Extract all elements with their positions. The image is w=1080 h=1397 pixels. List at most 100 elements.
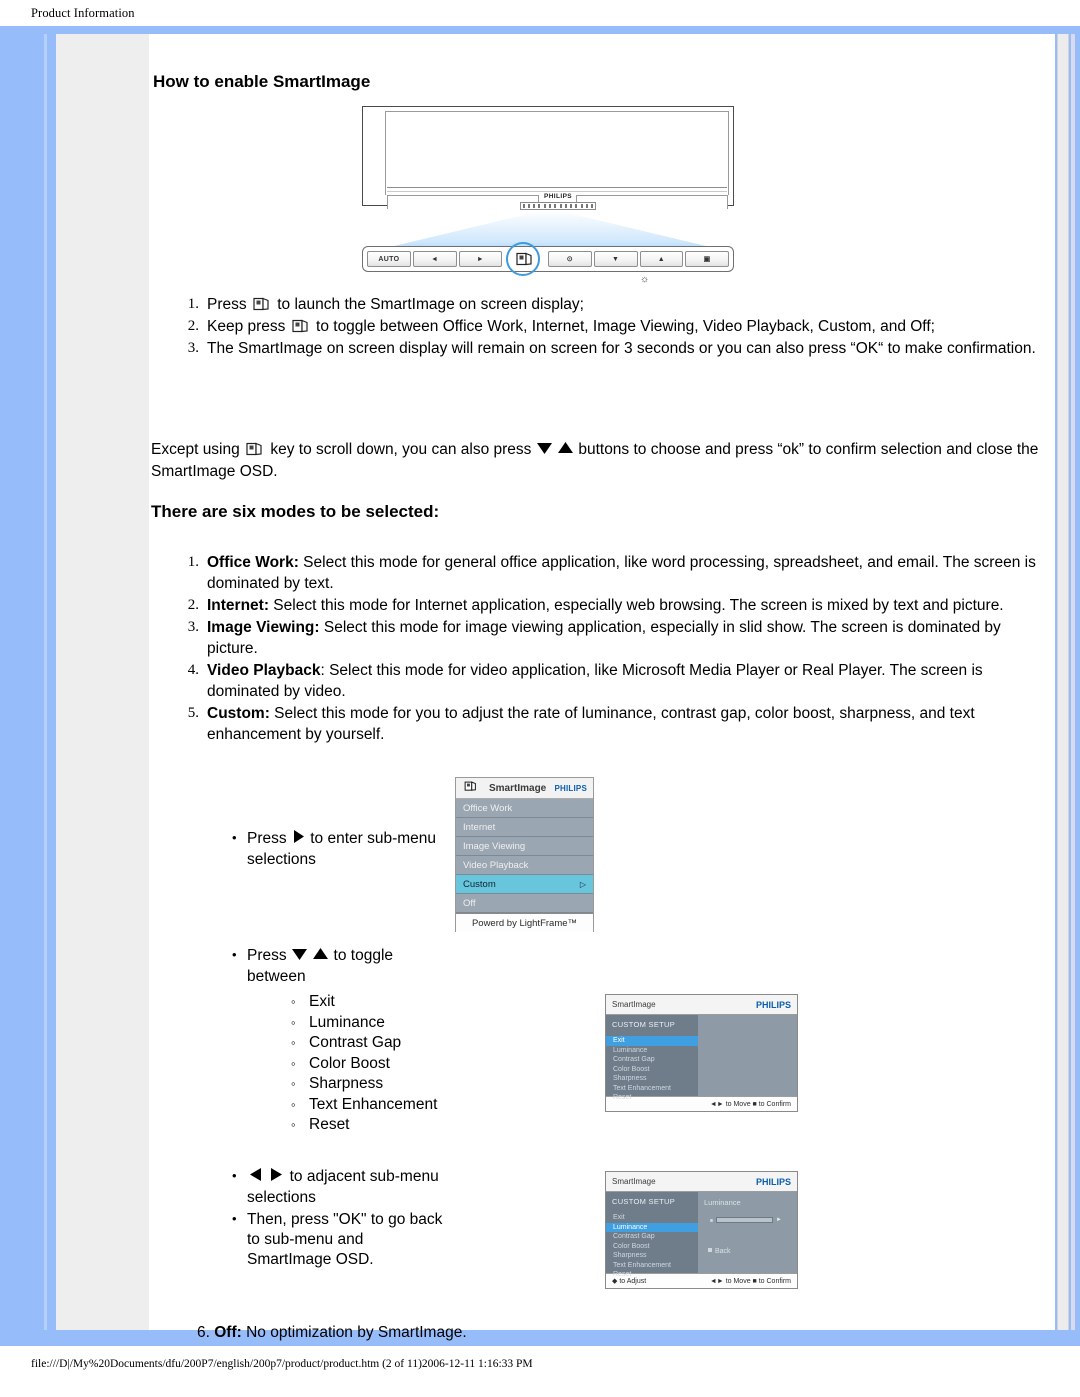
step-text-pre: Press <box>207 296 251 313</box>
scrollbar-strip[interactable] <box>1055 34 1080 1330</box>
modes-heading: There are six modes to be selected: <box>151 502 440 521</box>
osd-panel-label: Luminance <box>704 1198 741 1207</box>
step-2: 2. Keep press to toggle between Office W… <box>177 316 1045 337</box>
down-button[interactable]: ▼ <box>593 251 638 267</box>
osd-item-image-viewing[interactable]: Image Viewing <box>456 837 593 856</box>
philips-logo: PHILIPS <box>543 193 573 200</box>
scrollbar-edge <box>1071 34 1075 1330</box>
sidebar-column <box>56 34 149 1330</box>
mode-number: 4. <box>187 662 199 678</box>
osd-item-custom[interactable]: Custom ▷ <box>456 875 593 894</box>
osd-item-reset[interactable]: Reset <box>612 1093 698 1103</box>
osd-body: CUSTOM SETUP Exit Luminance Contrast Gap… <box>606 1015 797 1101</box>
mode-item: 4. Video Playback: Select this mode for … <box>177 660 1045 702</box>
page-header: Product Information <box>0 0 1080 26</box>
mode-desc: Select this mode for you to adjust the r… <box>207 705 975 743</box>
auto-button[interactable]: AUTO <box>367 251 411 267</box>
left-button[interactable]: ◄ <box>412 251 457 267</box>
osd-menu-column: CUSTOM SETUP Exit Luminance Contrast Gap… <box>606 1015 698 1101</box>
except-text-1: Except using <box>151 441 245 458</box>
osd-custom-setup: SmartImage PHILIPS CUSTOM SETUP Exit Lum… <box>605 994 798 1112</box>
mode-desc: Select this mode for image viewing appli… <box>207 619 1001 657</box>
power-button[interactable]: ⊙ <box>548 251 592 267</box>
osd-back-option[interactable]: Back <box>708 1248 731 1255</box>
osd-item-color-boost[interactable]: Color Boost <box>612 1065 698 1075</box>
bullet-toggle-between: Press to toggle between <box>229 945 445 987</box>
control-button-bar: AUTO ◄ ► ⊙ ▼ ▲ ▣ <box>362 246 734 272</box>
osd-adjust-panel: Luminance ► Back <box>698 1192 797 1273</box>
mode-item: 5. Custom: Select this mode for you to a… <box>177 703 1045 745</box>
osd-item-exit[interactable]: Exit <box>606 1036 698 1046</box>
final-mode-item: 6. Off: No optimization by SmartImage. <box>197 1322 467 1343</box>
osd-item-exit[interactable]: Exit <box>612 1213 698 1223</box>
philips-logo: PHILIPS <box>755 1176 791 1187</box>
up-button[interactable]: ▲ <box>639 251 684 267</box>
mode-number: 2. <box>187 597 199 613</box>
osd-menu-title: CUSTOM SETUP <box>612 1197 676 1206</box>
list-item: Text Enhancement <box>287 1095 437 1116</box>
page-footer: file:///D|/My%20Documents/dfu/200P7/engl… <box>0 1346 1080 1397</box>
osd-item-contrast-gap[interactable]: Contrast Gap <box>612 1232 698 1242</box>
smartimage-icon <box>253 297 271 312</box>
osd-item-sharpness[interactable]: Sharpness <box>612 1074 698 1084</box>
right-arrow-icon <box>291 829 306 850</box>
philips-logo: PHILIPS <box>554 783 587 793</box>
osd-item-internet[interactable]: Internet <box>456 818 593 837</box>
step-number: 2. <box>187 318 199 334</box>
osd-item-off[interactable]: Off <box>456 894 593 913</box>
monitor-bezel: PHILIPS <box>362 106 734 210</box>
osd-menu-column: CUSTOM SETUP Exit Luminance Contrast Gap… <box>606 1192 698 1278</box>
osd-item-contrast-gap[interactable]: Contrast Gap <box>612 1055 698 1065</box>
bullet-adjacent-submenu: to adjacent sub-menu selections <box>229 1166 451 1208</box>
osd-item-text-enhancement[interactable]: Text Enhancement <box>612 1084 698 1094</box>
osd-item-luminance[interactable]: Luminance <box>612 1046 698 1056</box>
mode-name: Office Work: <box>207 554 299 571</box>
bullet-group-3: to adjacent sub-menu selections Then, pr… <box>229 1166 451 1272</box>
osd-item-luminance[interactable]: Luminance <box>606 1222 698 1232</box>
osd-title: SmartImage <box>612 1177 656 1186</box>
slider-right-arrow-icon: ► <box>776 1217 782 1223</box>
osd-item-text-enhancement[interactable]: Text Enhancement <box>612 1261 698 1271</box>
mode-name: Custom: <box>207 705 270 722</box>
except-paragraph: Except using key to scroll down, you can… <box>151 439 1043 482</box>
luminance-slider[interactable]: ► <box>710 1216 782 1224</box>
osd-item-color-boost[interactable]: Color Boost <box>612 1242 698 1252</box>
scrollbar-trough[interactable] <box>1057 34 1069 1330</box>
step-text-post: to launch the SmartImage on screen displ… <box>272 296 584 313</box>
osd-title: SmartImage <box>489 782 547 794</box>
final-mode-number: 6. <box>197 1324 210 1341</box>
content-column: How to enable SmartImage PHILIPS AUTO ◄ … <box>149 34 1055 1341</box>
list-item: Sharpness <box>287 1074 437 1095</box>
osd-item-office-work[interactable]: Office Work <box>456 799 593 818</box>
osd-luminance-setup: SmartImage PHILIPS CUSTOM SETUP Exit Lum… <box>605 1171 798 1289</box>
mode-number: 5. <box>187 705 199 721</box>
right-arrow-icon <box>268 1167 285 1188</box>
footer-path: file:///D|/My%20Documents/dfu/200P7/engl… <box>31 1358 533 1370</box>
steps-list: 1. Press to launch the SmartImage on scr… <box>177 294 1045 360</box>
bullet-group-1: Press to enter sub-menu selections <box>229 828 445 872</box>
slider-bar[interactable] <box>716 1217 774 1223</box>
osd-item-video-playback[interactable]: Video Playback <box>456 856 593 875</box>
smartimage-icon <box>246 442 264 457</box>
osd-body: CUSTOM SETUP Exit Luminance Contrast Gap… <box>606 1192 797 1278</box>
list-item: Exit <box>287 992 437 1013</box>
osd-item-sharpness[interactable]: Sharpness <box>612 1251 698 1261</box>
list-item: Reset <box>287 1115 437 1136</box>
chevron-right-icon: ▷ <box>579 879 586 889</box>
mode-desc: : Select this mode for video application… <box>207 662 983 700</box>
right-button[interactable]: ► <box>458 251 503 267</box>
step-text-post: The SmartImage on screen display will re… <box>207 340 1036 357</box>
slider-left-dot <box>710 1218 713 1222</box>
up-arrow-icon <box>312 947 329 967</box>
step-number: 3. <box>187 340 199 356</box>
mode-desc: Select this mode for general office appl… <box>207 554 1036 592</box>
down-arrow-icon <box>536 440 553 461</box>
menu-button[interactable]: ▣ <box>685 251 729 267</box>
smartimage-icon <box>464 780 482 796</box>
osd-header: SmartImage PHILIPS <box>456 778 593 799</box>
osd-header: SmartImage PHILIPS <box>606 1172 797 1192</box>
osd-item-reset[interactable]: Reset <box>612 1270 698 1280</box>
monitor-bezel-left <box>387 195 539 209</box>
osd-footer-hint-right: ◄► to Move ■ to Confirm <box>709 1277 791 1285</box>
step-text-post: to toggle between Office Work, Internet,… <box>311 318 935 335</box>
